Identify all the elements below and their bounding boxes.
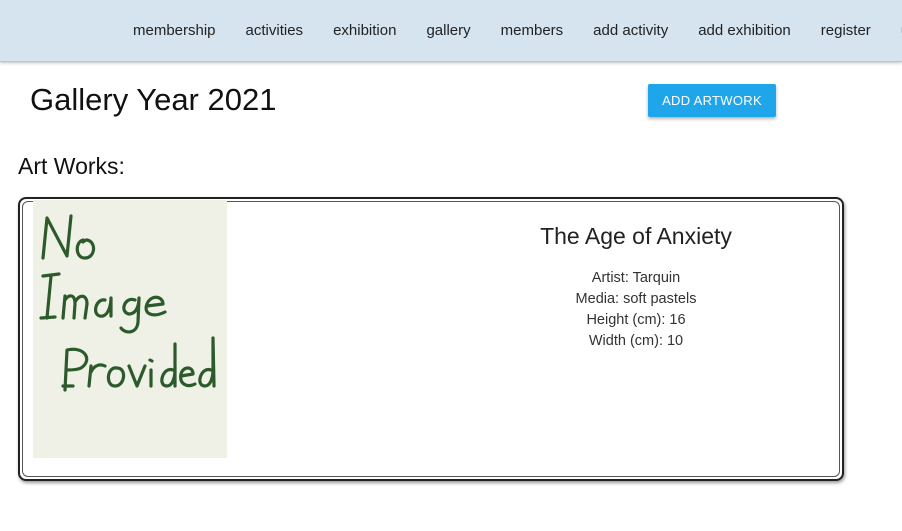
nav-item-add-exhibition[interactable]: add exhibition (683, 0, 806, 61)
nav-item-exhibition[interactable]: exhibition (318, 0, 411, 61)
nav-item-activities[interactable]: activities (231, 0, 319, 61)
no-image-placeholder-drawing (39, 214, 216, 392)
artwork-media: Media: soft pastels (575, 291, 697, 307)
nav-item-members[interactable]: members (486, 0, 579, 61)
nav-item-gallery[interactable]: gallery (411, 0, 485, 61)
nav-item-add-activity[interactable]: add activity (578, 0, 683, 61)
no-image-placeholder (33, 200, 227, 458)
art-works-heading: Art Works: (18, 153, 125, 179)
artwork-info: The Age of Anxiety Artist: Tarquin Media… (460, 223, 812, 352)
nav-item-membership[interactable]: membership (118, 0, 231, 61)
artwork-height: Height (cm): 16 (586, 312, 686, 328)
add-artwork-button[interactable]: ADD ARTWORK (648, 84, 776, 117)
nav-list: membership activities exhibition gallery… (118, 0, 902, 61)
nav-item-register[interactable]: register (806, 0, 886, 61)
page-title: Gallery Year 2021 (30, 82, 277, 117)
artwork-title: The Age of Anxiety (540, 223, 732, 249)
nav-item-users[interactable]: users (886, 0, 902, 61)
artwork-artist: Artist: Tarquin (591, 270, 681, 286)
artwork-card: The Age of Anxiety Artist: Tarquin Media… (18, 197, 844, 481)
artwork-width: Width (cm): 10 (588, 333, 684, 349)
top-navigation-bar: membership activities exhibition gallery… (0, 0, 902, 62)
